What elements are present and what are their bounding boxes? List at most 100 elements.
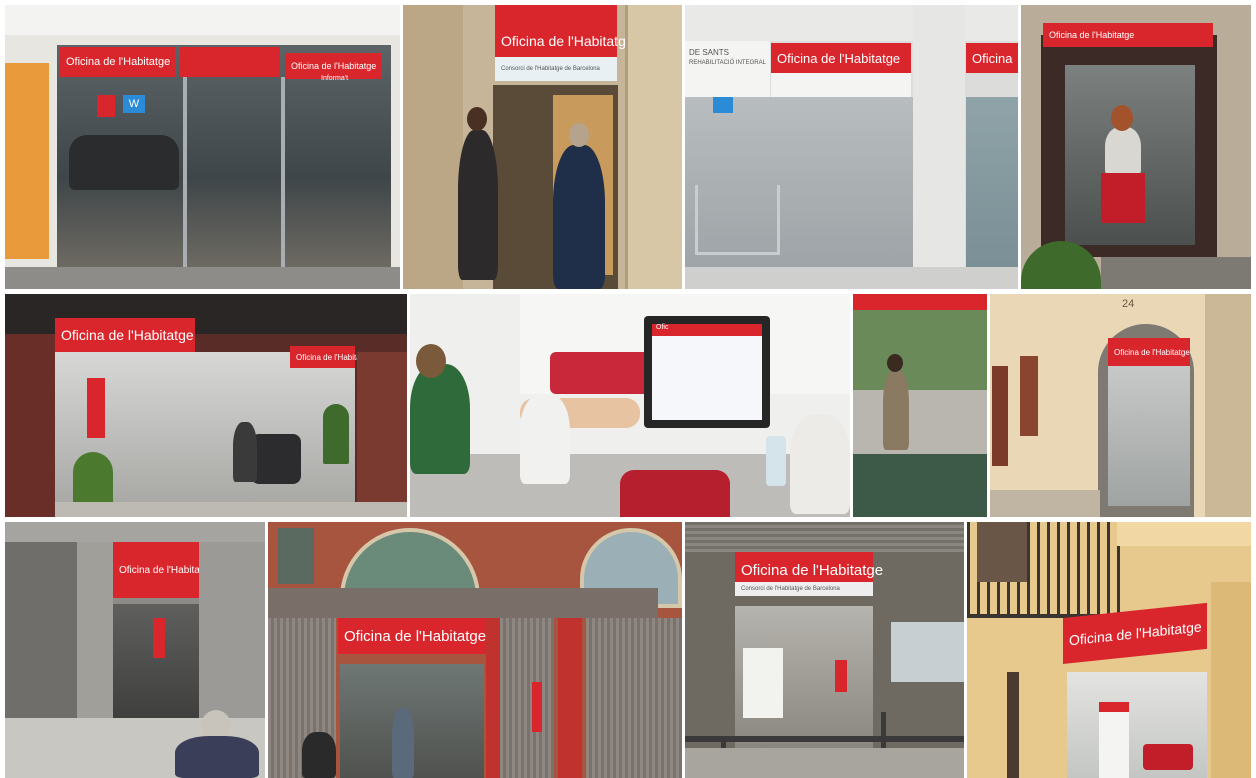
- interior-floor: [853, 454, 987, 517]
- ornate-pilaster: [625, 5, 682, 289]
- upper-facade: [685, 5, 1018, 41]
- poster-left: [743, 648, 783, 718]
- floor: [1101, 257, 1251, 289]
- staff-member: [790, 414, 850, 514]
- photo-woman-entering: Oficina de l'Habitatge: [1021, 5, 1251, 289]
- office-sign: Oficina de l'Habitatge: [1043, 23, 1213, 47]
- office-sign-right: Oficina de l'Habitatge: [290, 346, 372, 368]
- door-glass: [1108, 366, 1190, 506]
- concrete-column: [77, 542, 113, 718]
- person-left-head: [416, 344, 446, 378]
- top-wall: [5, 5, 400, 35]
- steps: [685, 748, 964, 778]
- pedestrian-woman-head: [467, 107, 487, 131]
- sidewalk: [5, 267, 400, 289]
- woman-red-skirt-top: [1105, 127, 1141, 175]
- balcony-door: [977, 522, 1027, 582]
- red-chairs: [1143, 744, 1193, 770]
- photo-sants-office: DE SANTS REHABILITACIÓ INTEGRAL Oficina …: [685, 5, 1018, 289]
- red-column-2: [558, 618, 582, 778]
- sidewalk: [990, 490, 1100, 517]
- pedestrian-woman: [458, 130, 498, 280]
- office-sign-text: Oficina de l'Habitatge: [66, 56, 171, 68]
- metal-railing: [685, 736, 964, 742]
- woman-red-skirt: [1101, 173, 1145, 223]
- office-sign-text: Oficina de l'Habitatge: [741, 561, 884, 579]
- orange-wall-panel: [5, 63, 49, 259]
- stroller: [251, 434, 301, 484]
- consorci-text: Consorci de l'Habitatge de Barcelona: [741, 586, 840, 592]
- window-left: [278, 528, 314, 584]
- monitor-header: Ofic: [652, 324, 762, 336]
- standing-banner: [1099, 702, 1129, 778]
- office-sign-text: Oficina de l'Habitatge: [61, 327, 194, 343]
- office-sign-edge-text: Oficina: [972, 50, 1013, 66]
- office-sign: Oficina de l'Habitatge: [1108, 338, 1190, 366]
- red-poster: [153, 618, 165, 658]
- woman-with-stroller: [302, 732, 336, 778]
- photo-office-stroller: Oficina de l'Habitatge Oficina de l'Habi…: [5, 294, 407, 517]
- parked-scooters: [69, 135, 179, 190]
- corner-pilaster: [1211, 582, 1251, 778]
- pavement: [685, 267, 1018, 289]
- parent: [233, 422, 257, 482]
- photo-office-storefront-1: Oficina de l'Habitatge Oficina de l'Habi…: [5, 5, 400, 289]
- poster-red: [835, 660, 847, 692]
- wifi-sticker: W: [123, 95, 145, 113]
- water-bottle: [766, 436, 786, 486]
- photo-office-interior-desk: Ofic: [410, 294, 850, 517]
- right-window: [891, 622, 964, 682]
- door-frame: [183, 77, 187, 267]
- stone-pilaster: [1205, 294, 1251, 517]
- woman-head: [1111, 105, 1133, 131]
- perforated-panel-right: [586, 618, 682, 778]
- elderly-woman: [175, 736, 259, 778]
- red-column: [486, 618, 500, 778]
- office-sign-edge: Oficina: [966, 43, 1018, 73]
- seated-client: [520, 394, 570, 484]
- photo-yellow-building-balcony: Oficina de l'Habitatge: [967, 522, 1251, 778]
- pedestrian-man: [553, 145, 605, 289]
- cornice: [1117, 522, 1251, 546]
- consorci-text: Consorci de l'Habitatge de Barcelona: [501, 66, 600, 72]
- trees: [853, 310, 987, 390]
- office-sign-text: Oficina de l'Habitatge: [1069, 618, 1202, 649]
- side-doorway: [1007, 672, 1019, 778]
- red-banner: [532, 682, 542, 732]
- perforated-panel-mid: [500, 618, 554, 778]
- office-sign-right-text: Oficina de l'Habitatge: [291, 61, 377, 71]
- photo-office-railing: Oficina de l'Habitatge Consorci de l'Hab…: [685, 522, 964, 778]
- house-number: 24: [1122, 298, 1135, 310]
- notice-sticker: [97, 95, 115, 117]
- informat-label: Informa't: [321, 75, 349, 82]
- sants-line2: REHABILITACIÓ INTEGRAL: [689, 60, 766, 66]
- concrete-overhang: [5, 522, 265, 542]
- pedestrian-man-head: [569, 123, 589, 147]
- photo-street-through-glass: [853, 294, 987, 517]
- office-sign: Oficina de l'Habitatge: [55, 318, 195, 352]
- brown-wall-right: [357, 352, 407, 517]
- glass-front-right: [966, 97, 1018, 267]
- concrete-canopy: [268, 588, 658, 618]
- person-left: [410, 364, 470, 474]
- office-sign-text: Oficina de l'Habitatge: [501, 33, 634, 49]
- plant-pot: [73, 452, 113, 502]
- wifi-sticker: [713, 97, 733, 113]
- brown-wall-left: [5, 334, 55, 517]
- red-header: [853, 294, 987, 310]
- office-sign-text: Oficina de l'Habitatge: [344, 627, 487, 645]
- photo-brick-arches: Oficina de l'Habitatge: [268, 522, 682, 778]
- plant-right: [323, 404, 349, 464]
- office-sign-text: Oficina de l'Habitatge: [1049, 30, 1135, 40]
- walking-woman-head: [887, 354, 903, 372]
- office-sign: Oficina de l'Habitatge: [113, 542, 214, 598]
- floor-strip: [55, 502, 407, 517]
- concrete-right: [199, 542, 265, 718]
- consorci-strip: Consorci de l'Habitatge de Barcelona: [495, 57, 617, 81]
- red-chair-front: [620, 470, 730, 517]
- walking-woman: [883, 370, 909, 450]
- consorci-strip: Consorci de l'Habitatge de Barcelona: [735, 582, 873, 596]
- office-sign: Oficina de l'Habitatge: [338, 618, 486, 654]
- red-banner-middle: [180, 47, 280, 77]
- office-sign: Oficina de l'Habitatge: [495, 5, 634, 57]
